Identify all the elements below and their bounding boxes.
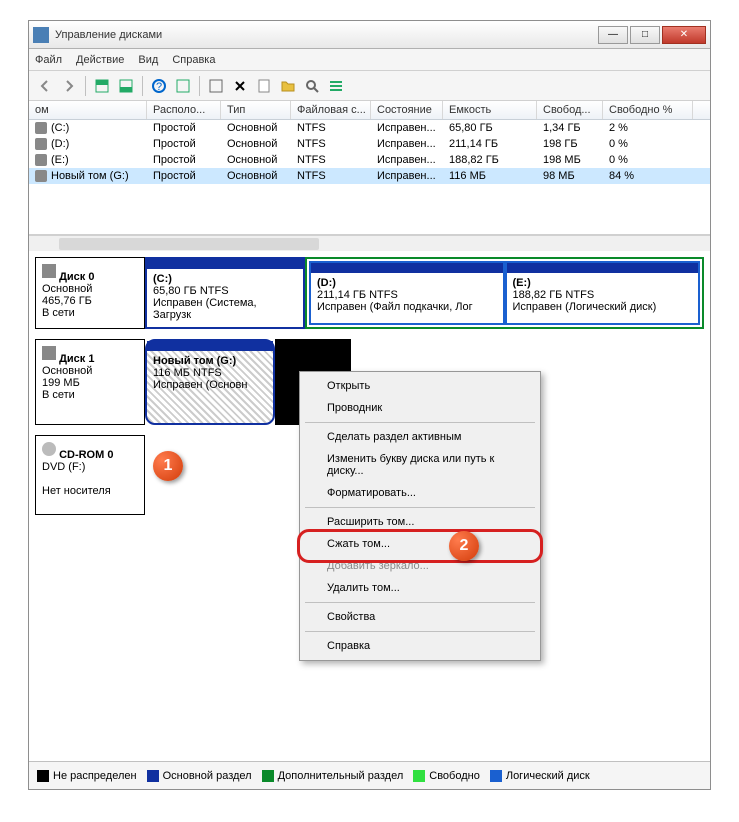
titlebar: Управление дисками — □ ✕	[29, 21, 710, 49]
app-icon	[33, 27, 49, 43]
col-status[interactable]: Состояние	[371, 101, 443, 119]
maximize-button[interactable]: □	[630, 26, 660, 44]
delete-icon[interactable]	[230, 76, 250, 96]
col-capacity[interactable]: Емкость	[443, 101, 537, 119]
layout-top-icon[interactable]	[92, 76, 112, 96]
disk-graphical-view: Диск 0 Основной 465,76 ГБ В сети (C:) 65…	[29, 251, 710, 761]
menu-file[interactable]: Файл	[35, 54, 62, 66]
col-layout[interactable]: Располо...	[147, 101, 221, 119]
list-icon[interactable]	[326, 76, 346, 96]
ctx-active[interactable]: Сделать раздел активным	[303, 426, 537, 448]
vol-d[interactable]: (D:) 211,14 ГБ NTFS Исправен (Файл подка…	[309, 261, 505, 325]
drive-icon	[35, 122, 47, 134]
menu-action[interactable]: Действие	[76, 54, 124, 66]
table-row[interactable]: (D:)ПростойОсновнойNTFSИсправен...211,14…	[29, 136, 710, 152]
table-row[interactable]: (E:)ПростойОсновнойNTFSИсправен...188,82…	[29, 152, 710, 168]
ctx-mirror: Добавить зеркало...	[303, 555, 537, 577]
col-name[interactable]: ом	[29, 101, 147, 119]
vol-c[interactable]: (C:) 65,80 ГБ NTFS Исправен (Система, За…	[145, 257, 305, 329]
vol-e[interactable]: (E:) 188,82 ГБ NTFS Исправен (Логический…	[505, 261, 701, 325]
cdrom-icon	[42, 442, 56, 456]
vol-g[interactable]: Новый том (G:) 116 МБ NTFS Исправен (Осн…	[145, 339, 275, 425]
settings-icon[interactable]	[173, 76, 193, 96]
forward-icon[interactable]	[59, 76, 79, 96]
toolbar: ?	[29, 71, 710, 101]
disk1-state: В сети	[42, 389, 75, 401]
window-title: Управление дисками	[55, 29, 598, 41]
help-icon[interactable]: ?	[149, 76, 169, 96]
table-row[interactable]: Новый том (G:)ПростойОсновнойNTFSИсправе…	[29, 168, 710, 184]
scrollbar-thumb[interactable]	[59, 238, 319, 250]
ctx-explorer[interactable]: Проводник	[303, 397, 537, 419]
disk1-type: Основной	[42, 365, 92, 377]
volume-list: ом Располо... Тип Файловая с... Состояни…	[29, 101, 710, 235]
disk-management-window: Управление дисками — □ ✕ Файл Действие В…	[28, 20, 711, 790]
disk1-size: 199 МБ	[42, 377, 80, 389]
ctx-delete[interactable]: Удалить том...	[303, 577, 537, 599]
ctx-open[interactable]: Открыть	[303, 375, 537, 397]
ctx-extend[interactable]: Расширить том...	[303, 511, 537, 533]
context-menu: Открыть Проводник Сделать раздел активны…	[299, 371, 541, 661]
legend-extended-swatch	[262, 770, 274, 782]
folder-icon[interactable]	[278, 76, 298, 96]
disk1-name: Диск 1	[59, 353, 94, 365]
legend-primary-swatch	[147, 770, 159, 782]
search-icon[interactable]	[302, 76, 322, 96]
drive-icon	[35, 154, 47, 166]
refresh-icon[interactable]	[206, 76, 226, 96]
col-fs[interactable]: Файловая с...	[291, 101, 371, 119]
col-type[interactable]: Тип	[221, 101, 291, 119]
table-row[interactable]: (C:)ПростойОсновнойNTFSИсправен...65,80 …	[29, 120, 710, 136]
disk1-info[interactable]: Диск 1 Основной 199 МБ В сети	[35, 339, 145, 425]
legend: Не распределен Основной раздел Дополните…	[29, 761, 710, 789]
drive-icon	[35, 170, 47, 182]
menu-help[interactable]: Справка	[172, 54, 215, 66]
disk0-state: В сети	[42, 307, 75, 319]
col-pct[interactable]: Свободно %	[603, 101, 693, 119]
svg-text:?: ?	[156, 81, 162, 93]
horizontal-scrollbar[interactable]	[29, 235, 710, 251]
disk-icon	[42, 346, 56, 360]
legend-logical-swatch	[490, 770, 502, 782]
menubar: Файл Действие Вид Справка	[29, 49, 710, 71]
cdrom-info[interactable]: CD-ROM 0 DVD (F:) Нет носителя	[35, 435, 145, 515]
layout-bottom-icon[interactable]	[116, 76, 136, 96]
minimize-button[interactable]: —	[598, 26, 628, 44]
ctx-change-letter[interactable]: Изменить букву диска или путь к диску...	[303, 448, 537, 482]
properties-icon[interactable]	[254, 76, 274, 96]
col-free[interactable]: Свобод...	[537, 101, 603, 119]
drive-icon	[35, 138, 47, 150]
disk0-type: Основной	[42, 283, 92, 295]
ctx-shrink[interactable]: Сжать том...	[303, 533, 537, 555]
back-icon[interactable]	[35, 76, 55, 96]
ctx-properties[interactable]: Свойства	[303, 606, 537, 628]
legend-unalloc-swatch	[37, 770, 49, 782]
disk0-size: 465,76 ГБ	[42, 295, 92, 307]
disk-icon	[42, 264, 56, 278]
legend-free-swatch	[413, 770, 425, 782]
disk0-name: Диск 0	[59, 271, 94, 283]
disk0-row: Диск 0 Основной 465,76 ГБ В сети (C:) 65…	[35, 257, 704, 329]
ctx-format[interactable]: Форматировать...	[303, 482, 537, 504]
close-button[interactable]: ✕	[662, 26, 706, 44]
ctx-help[interactable]: Справка	[303, 635, 537, 657]
menu-view[interactable]: Вид	[138, 54, 158, 66]
disk0-info[interactable]: Диск 0 Основной 465,76 ГБ В сети	[35, 257, 145, 329]
